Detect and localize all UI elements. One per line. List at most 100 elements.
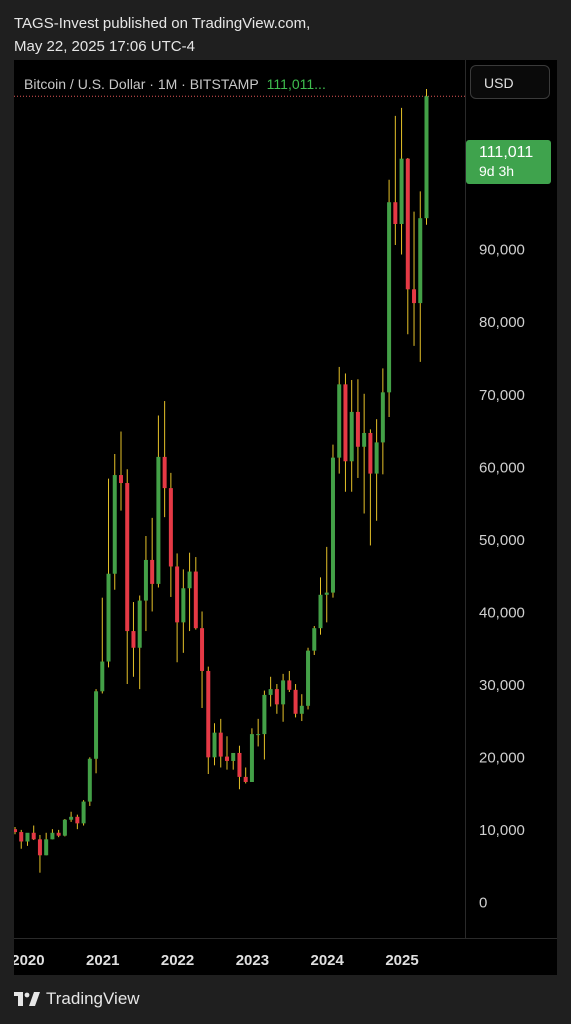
y-tick-label: 30,000: [479, 677, 525, 694]
publish-line-date: May 22, 2025 17:06 UTC-4: [14, 38, 195, 55]
y-tick-label: 10,000: [479, 822, 525, 839]
candle-body: [37, 839, 42, 856]
candle-body: [393, 202, 398, 224]
y-tick-label: 70,000: [479, 387, 525, 404]
y-tick-label: 60,000: [479, 459, 525, 476]
last-price-value: 111,011: [479, 144, 534, 161]
time-axis-divider: [14, 938, 557, 939]
y-tick-label: 40,000: [479, 604, 525, 621]
candle-body: [262, 694, 267, 735]
candle-body: [125, 483, 130, 632]
candle-body: [118, 475, 123, 484]
candlestick-chart[interactable]: 90,000 80,000 70,000 60,000 50,000 40,000 30,0…: [14, 60, 557, 975]
candle-body: [175, 566, 180, 623]
candle-body: [293, 689, 298, 714]
candle-body: [94, 691, 99, 759]
candle-body: [243, 776, 248, 782]
footer-brand: TradingView: [46, 989, 140, 1008]
chart-pane[interactable]: 90,000 80,000 70,000 60,000 50,000 40,000 30,0…: [14, 60, 557, 975]
candle-body: [206, 670, 211, 758]
candle-body: [193, 571, 198, 629]
candle-body: [106, 573, 111, 662]
bar-countdown: 9d 3h: [479, 163, 515, 179]
candle-body: [156, 456, 161, 584]
candle-body: [62, 819, 67, 836]
candle-body: [249, 734, 254, 782]
candle-body: [50, 832, 55, 840]
tradingview-logo[interactable]: TradingView: [14, 989, 140, 1009]
candle-body: [81, 801, 86, 824]
publish-info: TAGS-Invest published on TradingView.com…: [14, 12, 310, 58]
symbol-legend[interactable]: Bitcoin / U.S. Dollar · 1M · BITSTAMP 111…: [24, 76, 326, 92]
candle-body: [418, 218, 423, 304]
candle-body: [368, 432, 373, 474]
candle-body: [44, 839, 49, 856]
candle-body: [231, 752, 236, 761]
x-tick-label: 2024: [311, 952, 345, 969]
x-tick-label: 2022: [161, 952, 194, 969]
candle-body: [112, 475, 117, 574]
candle-body: [343, 384, 348, 462]
candle-body: [168, 488, 173, 567]
candle-body: [387, 202, 392, 393]
candle-body: [337, 384, 342, 458]
candle-body: [405, 158, 410, 290]
candle-body: [181, 588, 186, 623]
currency-button[interactable]: USD: [470, 65, 550, 99]
candle-body: [75, 816, 80, 824]
candle-body: [330, 457, 335, 593]
last-price-tag: 111,011 9d 3h: [466, 140, 551, 184]
x-tick-label: 2025: [385, 952, 418, 969]
candle-body: [355, 411, 360, 447]
candle-body: [349, 411, 354, 462]
candle-body: [218, 732, 223, 757]
candle-body: [399, 158, 404, 224]
x-tick-label: 2021: [86, 952, 119, 969]
y-tick-label: 50,000: [479, 532, 525, 549]
y-tick-label: 20,000: [479, 750, 525, 767]
candle-body: [312, 628, 317, 651]
candle-body: [31, 832, 36, 840]
candle-body: [212, 732, 217, 758]
candle-body: [56, 832, 61, 836]
candle-body: [324, 592, 329, 595]
y-tick-label: 0: [479, 895, 487, 912]
candle-body: [224, 756, 229, 761]
candle-body: [318, 594, 323, 629]
candle-body: [131, 631, 136, 648]
candle-body: [268, 689, 273, 695]
candle-body: [362, 432, 367, 447]
candle-body: [162, 456, 167, 489]
price-axis-divider: [465, 60, 466, 938]
candle-body: [299, 705, 304, 714]
candle-body: [237, 752, 242, 777]
candle-body: [14, 829, 17, 833]
candle-body: [374, 442, 379, 474]
symbol-title: Bitcoin / U.S. Dollar · 1M · BITSTAMP: [24, 76, 259, 92]
candle-body: [187, 571, 192, 589]
y-tick-label: 90,000: [479, 242, 525, 259]
publish-line-author: TAGS-Invest published on TradingView.com…: [14, 15, 311, 32]
candle-body: [287, 680, 292, 690]
candle-body: [306, 650, 311, 706]
tradingview-logo-icon: [14, 992, 40, 1006]
candle-body: [256, 734, 261, 736]
candle-body: [150, 559, 155, 584]
candle-body: [100, 661, 105, 692]
candle-body: [19, 832, 24, 842]
candle-body: [25, 832, 30, 842]
candle-body: [200, 628, 205, 671]
x-tick-label: 2020: [14, 952, 45, 969]
candle-body: [281, 680, 286, 705]
candle-body: [274, 689, 279, 705]
candle-body: [380, 392, 385, 443]
candle-body: [87, 758, 92, 802]
legend-last-price: 111,011...: [266, 76, 326, 92]
candle-body: [143, 559, 148, 601]
candle-body: [412, 289, 417, 304]
candle-body: [69, 816, 74, 820]
x-tick-label: 2023: [236, 952, 269, 969]
candle-body: [424, 96, 429, 219]
y-tick-label: 80,000: [479, 314, 525, 331]
candle-body: [137, 600, 142, 648]
